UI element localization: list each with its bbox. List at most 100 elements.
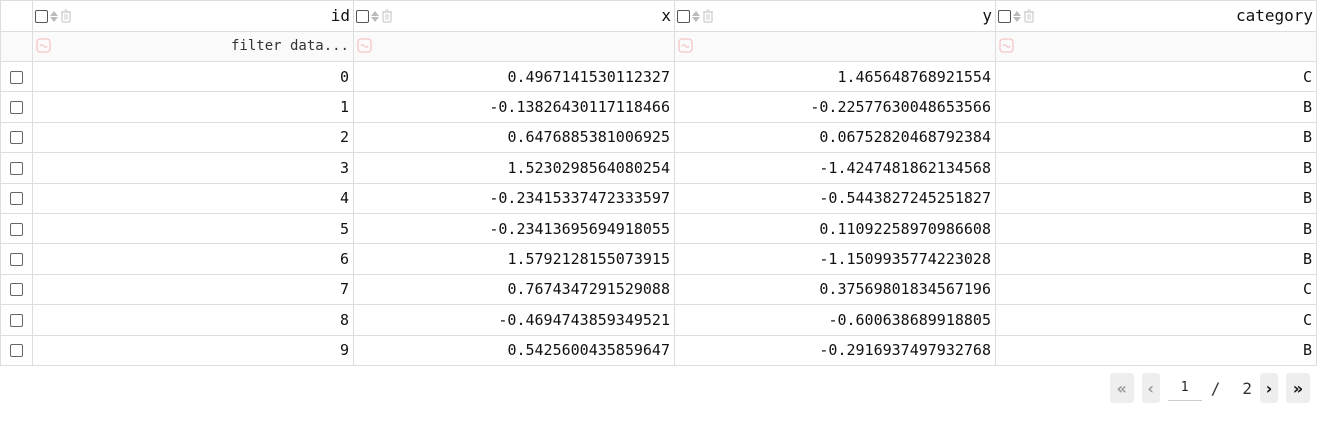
row-checkbox[interactable] <box>10 101 23 115</box>
column-header-label[interactable]: y <box>982 8 992 24</box>
trash-icon[interactable] <box>702 9 714 23</box>
cell-y[interactable]: 0.37569801834567196 <box>674 273 996 306</box>
cell-value: B <box>1302 98 1312 117</box>
next-page-button[interactable]: › <box>1260 373 1278 403</box>
column-header-id: id <box>32 0 354 32</box>
filter-icon[interactable] <box>999 38 1014 53</box>
cell-y[interactable]: -0.2916937497932768 <box>674 334 996 366</box>
cell-x[interactable]: 0.6476885381006925 <box>353 121 675 154</box>
column-select-checkbox-category[interactable] <box>998 9 1011 23</box>
cell-value: B <box>1302 128 1312 147</box>
table-row: 7 0.7674347291529088 0.37569801834567196… <box>0 273 1317 306</box>
data-table: id x y category filter data... 0 0.49671… <box>0 0 1317 366</box>
filter-icon[interactable] <box>357 38 372 53</box>
cell-id[interactable]: 0 <box>32 60 354 93</box>
cell-y[interactable]: -0.22577630048653566 <box>674 91 996 123</box>
cell-id[interactable]: 2 <box>32 121 354 154</box>
filter-icon[interactable] <box>678 38 693 53</box>
column-select-checkbox-y[interactable] <box>677 9 690 23</box>
cell-x[interactable]: -0.23415337472333597 <box>353 182 675 214</box>
row-checkbox[interactable] <box>10 253 23 267</box>
cell-x[interactable]: 1.5230298564080254 <box>353 152 675 184</box>
cell-value: 1.465648768921554 <box>837 67 991 86</box>
sort-icon[interactable] <box>370 9 380 23</box>
cell-category[interactable]: C <box>995 273 1317 306</box>
cell-category[interactable]: B <box>995 212 1317 245</box>
table-row: 8 -0.4694743859349521 -0.600638689918805… <box>0 304 1317 336</box>
cell-y[interactable]: -1.1509935774223028 <box>674 243 996 275</box>
row-select-cell <box>0 152 33 184</box>
trash-icon[interactable] <box>60 9 72 23</box>
cell-x[interactable]: 0.7674347291529088 <box>353 273 675 306</box>
cell-category[interactable]: C <box>995 60 1317 93</box>
page-number-input[interactable] <box>1167 375 1202 401</box>
cell-category[interactable]: B <box>995 182 1317 214</box>
cell-y[interactable]: 0.11092258970986608 <box>674 212 996 245</box>
cell-id[interactable]: 7 <box>32 273 354 306</box>
cell-id[interactable]: 9 <box>32 334 354 366</box>
cell-y[interactable]: -0.5443827245251827 <box>674 182 996 214</box>
row-checkbox[interactable] <box>10 192 23 206</box>
cell-y[interactable]: -1.4247481862134568 <box>674 152 996 184</box>
cell-id[interactable]: 1 <box>32 91 354 123</box>
header-row: id x y category <box>0 0 1317 32</box>
cell-x[interactable]: 0.5425600435859647 <box>353 334 675 366</box>
row-select-cell <box>0 91 33 123</box>
row-select-cell <box>0 243 33 275</box>
sort-icon[interactable] <box>49 9 59 23</box>
cell-category[interactable]: B <box>995 91 1317 123</box>
column-header-label[interactable]: x <box>661 8 671 24</box>
first-page-button[interactable]: « <box>1109 373 1134 403</box>
cell-value: -0.23415337472333597 <box>489 189 670 208</box>
cell-x[interactable]: 1.5792128155073915 <box>353 243 675 275</box>
cell-value: 9 <box>339 341 349 360</box>
cell-category[interactable]: B <box>995 243 1317 275</box>
cell-y[interactable]: -0.600638689918805 <box>674 304 996 336</box>
row-checkbox[interactable] <box>10 283 23 297</box>
column-select-checkbox-id[interactable] <box>35 9 48 23</box>
cell-x[interactable]: -0.13826430117118466 <box>353 91 675 123</box>
cell-category[interactable]: B <box>995 121 1317 154</box>
column-select-checkbox-x[interactable] <box>356 9 369 23</box>
cell-x[interactable]: -0.4694743859349521 <box>353 304 675 336</box>
row-checkbox[interactable] <box>10 70 23 84</box>
cell-id[interactable]: 3 <box>32 152 354 184</box>
cell-category[interactable]: B <box>995 334 1317 366</box>
sort-icon[interactable] <box>1012 9 1022 23</box>
filter-input-id[interactable] <box>99 38 349 54</box>
row-checkbox[interactable] <box>10 222 23 236</box>
cell-value: -0.2916937497932768 <box>819 341 991 360</box>
cell-id[interactable]: 8 <box>32 304 354 336</box>
last-page-button[interactable]: » <box>1286 373 1310 403</box>
cell-y[interactable]: 0.06752820468792384 <box>674 121 996 154</box>
sort-icon[interactable] <box>691 9 701 23</box>
row-select-cell <box>0 182 33 214</box>
cell-value: 2 <box>339 128 349 147</box>
column-header-label[interactable]: id <box>331 8 350 24</box>
cell-x[interactable]: 0.4967141530112327 <box>353 60 675 93</box>
prev-page-button[interactable]: ‹ <box>1141 373 1160 403</box>
cell-y[interactable]: 1.465648768921554 <box>674 60 996 93</box>
table-row: 1 -0.13826430117118466 -0.22577630048653… <box>0 91 1317 123</box>
cell-category[interactable]: B <box>995 152 1317 184</box>
cell-value: 5 <box>339 219 349 238</box>
row-checkbox[interactable] <box>10 161 23 175</box>
cell-x[interactable]: -0.23413695694918055 <box>353 212 675 245</box>
table-row: 6 1.5792128155073915 -1.1509935774223028… <box>0 243 1317 275</box>
filter-icon[interactable] <box>36 38 51 53</box>
row-checkbox[interactable] <box>10 344 23 358</box>
cell-value: -0.13826430117118466 <box>489 98 670 117</box>
cell-id[interactable]: 5 <box>32 212 354 245</box>
cell-category[interactable]: C <box>995 304 1317 336</box>
trash-icon[interactable] <box>1023 9 1035 23</box>
trash-icon[interactable] <box>381 9 393 23</box>
cell-value: 0 <box>339 67 349 86</box>
cell-value: -0.23413695694918055 <box>489 219 670 238</box>
row-checkbox[interactable] <box>10 131 23 145</box>
cell-id[interactable]: 6 <box>32 243 354 275</box>
column-header-y: y <box>674 0 996 32</box>
row-checkbox[interactable] <box>10 313 23 327</box>
column-header-label[interactable]: category <box>1236 8 1313 24</box>
cell-value: B <box>1302 158 1312 177</box>
cell-id[interactable]: 4 <box>32 182 354 214</box>
